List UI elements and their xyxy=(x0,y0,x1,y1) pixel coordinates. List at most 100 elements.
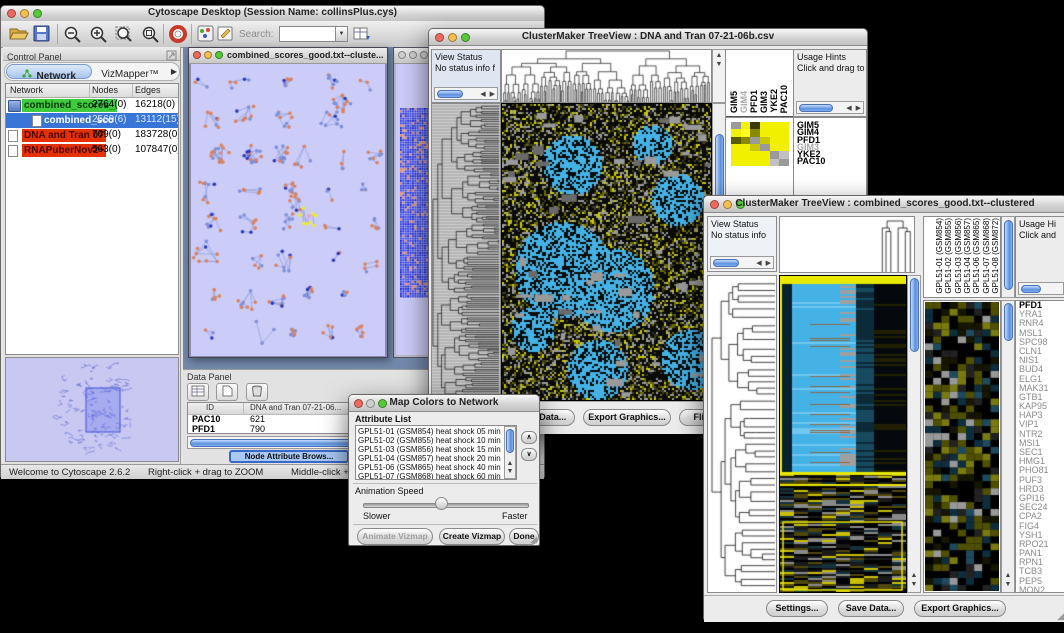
zoom-out-icon[interactable] xyxy=(63,25,83,48)
zoom-button[interactable] xyxy=(420,51,428,59)
attribute-list-item[interactable]: GPL51-04 (GSM857) heat shock 20 min xyxy=(356,454,516,463)
resize-grip[interactable]: ◢ xyxy=(530,534,537,545)
tv1-column-label[interactable]: YKE2 xyxy=(769,89,779,113)
export-graphics-button[interactable]: Export Graphics... xyxy=(914,600,1006,617)
summary-matrix-cell[interactable] xyxy=(750,129,760,136)
scrollbar-thumb[interactable] xyxy=(1021,285,1041,293)
summary-matrix-cell[interactable] xyxy=(779,122,789,129)
settings-button[interactable]: Settings... xyxy=(766,600,828,617)
tv1-summary-matrix[interactable] xyxy=(731,122,789,166)
export-graphics-button[interactable]: Export Graphics... xyxy=(583,409,671,426)
tv2-status-hscrollbar[interactable]: ◀ ▶ xyxy=(710,256,774,269)
summary-matrix-cell[interactable] xyxy=(741,159,751,166)
network-overview-canvas[interactable] xyxy=(6,358,178,461)
tv1-row-label[interactable]: PAC10 xyxy=(797,158,825,165)
summary-matrix-cell[interactable] xyxy=(779,129,789,136)
summary-matrix-cell[interactable] xyxy=(741,144,751,151)
summary-matrix-cell[interactable] xyxy=(760,129,770,136)
scrollbar-thumb[interactable] xyxy=(799,104,833,112)
child1-titlebar[interactable]: combined_scores_good.txt--cluste... xyxy=(189,48,387,64)
scrollbar-thumb[interactable] xyxy=(910,278,919,352)
tv1-status-hscrollbar[interactable]: ◀ ▶ xyxy=(434,87,498,100)
close-button[interactable] xyxy=(193,51,201,59)
summary-matrix-cell[interactable] xyxy=(741,137,751,144)
slider-thumb[interactable] xyxy=(435,497,448,510)
zoom-selected-icon[interactable] xyxy=(115,25,135,48)
tv1-column-label[interactable]: PAC10 xyxy=(779,85,789,113)
summary-matrix-cell[interactable] xyxy=(731,144,741,151)
tab-overflow-arrow[interactable]: ▶ xyxy=(168,65,180,78)
summary-matrix-cell[interactable] xyxy=(750,122,760,129)
summary-matrix-cell[interactable] xyxy=(760,144,770,151)
tv2-labels-vscrollbar[interactable] xyxy=(1001,216,1015,298)
tab-network[interactable]: Network xyxy=(6,64,92,79)
dialog-titlebar[interactable]: Map Colors to Network xyxy=(349,395,539,412)
zoom-in-icon[interactable] xyxy=(89,25,109,48)
tv1-column-label[interactable]: GIM4 xyxy=(739,91,749,113)
search-input[interactable] xyxy=(279,26,337,42)
scrollbar-arrows[interactable]: ◀ ▶ xyxy=(756,259,772,267)
zoom-button[interactable] xyxy=(215,51,223,59)
attribute-list-item[interactable]: GPL51-02 (GSM855) heat shock 10 min xyxy=(356,436,516,445)
tab-vizmapper[interactable]: VizMapper™ xyxy=(93,64,167,79)
table-icon[interactable] xyxy=(187,383,209,401)
tv1-heatmap[interactable] xyxy=(501,103,712,401)
heatmap-canvas[interactable] xyxy=(502,104,711,400)
minimize-button[interactable] xyxy=(204,51,212,59)
attribute-list-item[interactable]: GPL51-06 (GSM865) heat shock 40 min xyxy=(356,463,516,472)
animate-vizmap-button[interactable]: Animate Vizmap xyxy=(357,528,433,545)
heatmap-canvas[interactable] xyxy=(780,276,906,592)
scrollbar-thumb[interactable] xyxy=(1004,220,1013,290)
scroll-up-arrow[interactable]: ▲ xyxy=(713,52,725,60)
trash-icon[interactable] xyxy=(246,383,268,401)
summary-matrix-cell[interactable] xyxy=(760,122,770,129)
scrollbar-arrows[interactable]: ◀ ▶ xyxy=(846,104,862,112)
summary-matrix-cell[interactable] xyxy=(770,129,780,136)
new-document-icon[interactable] xyxy=(216,383,238,401)
summary-matrix-cell[interactable] xyxy=(770,151,780,158)
scrollbar-thumb[interactable] xyxy=(506,429,514,453)
row-dendrogram-canvas[interactable] xyxy=(708,276,776,592)
attribute-list-item[interactable]: GPL51-03 (GSM856) heat shock 15 min xyxy=(356,445,516,454)
node-attribute-browser-tab[interactable]: Node Attribute Brows... xyxy=(229,450,349,463)
network-list-row[interactable]: DNA and Tran 07769(0)183728(0) xyxy=(6,128,178,143)
summary-matrix-cell[interactable] xyxy=(731,137,741,144)
col-nodes[interactable]: Nodes xyxy=(92,85,118,95)
tv1-column-dendrogram[interactable] xyxy=(501,49,712,103)
summary-matrix-cell[interactable] xyxy=(779,151,789,158)
value-column-header[interactable]: DNA and Tran 07-21-06... xyxy=(250,403,341,412)
summary-matrix-cell[interactable] xyxy=(760,151,770,158)
tv2-genes-vscrollbar[interactable]: ▲ ▼ xyxy=(1001,300,1015,593)
move-up-button[interactable]: ∧ xyxy=(521,431,537,444)
summary-matrix-cell[interactable] xyxy=(750,151,760,158)
summary-matrix-cell[interactable] xyxy=(731,159,741,166)
network-list-row[interactable]: combined_sco2569(6)13112(15) xyxy=(6,113,178,128)
scrollbar-thumb[interactable] xyxy=(713,259,739,267)
column-dendrogram-canvas[interactable] xyxy=(780,217,914,272)
tv1-column-label[interactable]: GIM3 xyxy=(759,91,769,113)
tv2-column-label[interactable]: GPL51-08 (GSM872) xyxy=(991,218,1000,294)
scrollbar-thumb[interactable] xyxy=(437,90,463,98)
save-icon[interactable] xyxy=(33,25,51,48)
scroll-down-arrow[interactable]: ▼ xyxy=(713,61,725,69)
tv1-titlebar[interactable]: ClusterMaker TreeView : DNA and Tran 07-… xyxy=(429,29,867,46)
network-view-canvas[interactable] xyxy=(191,64,385,356)
summary-matrix-cell[interactable] xyxy=(731,122,741,129)
tv2-column-label[interactable]: GPL51-02 (GSM855) xyxy=(944,218,953,294)
row-dendrogram-canvas[interactable] xyxy=(432,104,500,400)
summary-matrix-cell[interactable] xyxy=(779,137,789,144)
resize-grip[interactable]: ◢ xyxy=(1057,611,1064,622)
summary-matrix-cell[interactable] xyxy=(741,122,751,129)
zoom-fit-icon[interactable] xyxy=(141,25,161,48)
save-data-button[interactable]: Save Data... xyxy=(838,600,904,617)
tv2-column-label[interactable]: GPL51-03 (GSM856) xyxy=(954,218,963,294)
summary-matrix-cell[interactable] xyxy=(779,159,789,166)
summary-matrix-cell[interactable] xyxy=(770,144,780,151)
open-file-icon[interactable] xyxy=(7,25,29,48)
tv1-label-scroll-strip[interactable]: ▲ ▼ xyxy=(712,49,726,103)
attribute-list[interactable]: GPL51-01 (GSM854) heat shock 05 minGPL51… xyxy=(355,425,517,480)
main-titlebar[interactable]: Cytoscape Desktop (Session Name: collins… xyxy=(1,6,544,22)
help-lifering-icon[interactable] xyxy=(169,25,187,48)
network-list-row[interactable]: RNAPuberNov2+563(0)107847(0) xyxy=(6,143,178,158)
summary-matrix-cell[interactable] xyxy=(760,137,770,144)
